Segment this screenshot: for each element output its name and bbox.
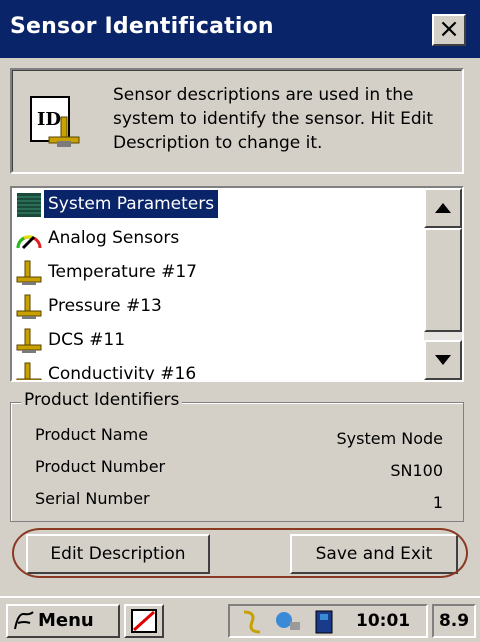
sensor-probe-icon <box>16 260 42 285</box>
list-item-label: System Parameters <box>44 190 219 218</box>
chart-app-icon <box>131 609 157 633</box>
menu-label: Menu <box>38 610 94 631</box>
list-item-label: Analog Sensors <box>48 228 180 248</box>
product-name-label: Product Name <box>35 425 149 444</box>
connection-icon[interactable] <box>238 608 268 636</box>
id-icon: ID <box>30 96 80 147</box>
info-panel: ID Sensor descriptions are used in the s… <box>10 68 464 174</box>
sensor-identification-window: Sensor Identification × ID Sensor descri… <box>0 0 480 600</box>
close-button[interactable]: × <box>432 14 466 46</box>
info-description: Sensor descriptions are used in the syst… <box>113 85 434 153</box>
list-item[interactable]: DCS #11 <box>16 326 416 358</box>
sensor-list: System Parameters Analog Sensors Tempera… <box>12 188 422 380</box>
svg-text:ID: ID <box>37 109 61 130</box>
list-item-label: Conductivity #16 <box>48 364 197 380</box>
list-item-label: Temperature #17 <box>48 262 197 282</box>
start-menu-button[interactable]: Menu <box>6 604 120 638</box>
scroll-down-button[interactable] <box>424 340 462 380</box>
window-title: Sensor Identification <box>10 14 274 39</box>
product-identifiers-legend: Product Identifiers <box>21 390 183 410</box>
list-item-label: DCS #11 <box>48 330 126 350</box>
arrow-down-icon <box>435 355 451 365</box>
serial-number-value: 1 <box>432 493 443 512</box>
save-and-exit-button[interactable]: Save and Exit <box>290 534 458 574</box>
serial-number-row: Serial Number 1 <box>35 489 443 519</box>
analog-gauge-icon <box>16 235 42 250</box>
list-item[interactable]: Temperature #17 <box>16 258 416 290</box>
list-item-label: Pressure #13 <box>48 296 162 316</box>
list-scrollbar[interactable] <box>424 188 462 380</box>
windows-flag-icon <box>14 611 34 630</box>
clock[interactable]: 10:01 <box>356 611 410 631</box>
taskbar: Menu 10:01 8.9 <box>0 596 480 642</box>
scroll-thumb[interactable] <box>424 228 462 332</box>
list-item[interactable]: Analog Sensors <box>16 224 416 256</box>
title-bar: Sensor Identification × <box>0 0 480 58</box>
system-tray: 10:01 <box>228 604 428 638</box>
arrow-up-icon <box>435 203 451 213</box>
product-identifiers-group: Product Identifiers Product Name System … <box>10 390 464 522</box>
edit-description-button[interactable]: Edit Description <box>26 534 210 574</box>
product-name-value: System Node <box>336 429 443 448</box>
storage-card-icon[interactable] <box>310 608 340 636</box>
system-parameters-icon <box>17 193 41 217</box>
version-indicator: 8.9 <box>432 604 476 638</box>
product-name-row: Product Name System Node <box>35 425 443 455</box>
product-number-row: Product Number SN100 <box>35 457 443 487</box>
list-item[interactable]: Conductivity #16 <box>16 360 416 380</box>
serial-number-label: Serial Number <box>35 489 150 508</box>
network-icon[interactable] <box>272 608 302 636</box>
sensor-listbox[interactable]: System Parameters Analog Sensors Tempera… <box>10 186 464 382</box>
sensor-probe-icon <box>16 294 42 319</box>
product-number-label: Product Number <box>35 457 166 476</box>
product-number-value: SN100 <box>390 461 443 480</box>
close-icon: × <box>438 14 460 44</box>
sensor-probe-icon <box>16 362 42 380</box>
list-item[interactable]: Pressure #13 <box>16 292 416 324</box>
sensor-probe-icon <box>16 328 42 353</box>
list-item[interactable]: System Parameters <box>16 190 416 222</box>
scroll-up-button[interactable] <box>424 188 462 228</box>
taskbar-app-button[interactable] <box>124 604 164 638</box>
